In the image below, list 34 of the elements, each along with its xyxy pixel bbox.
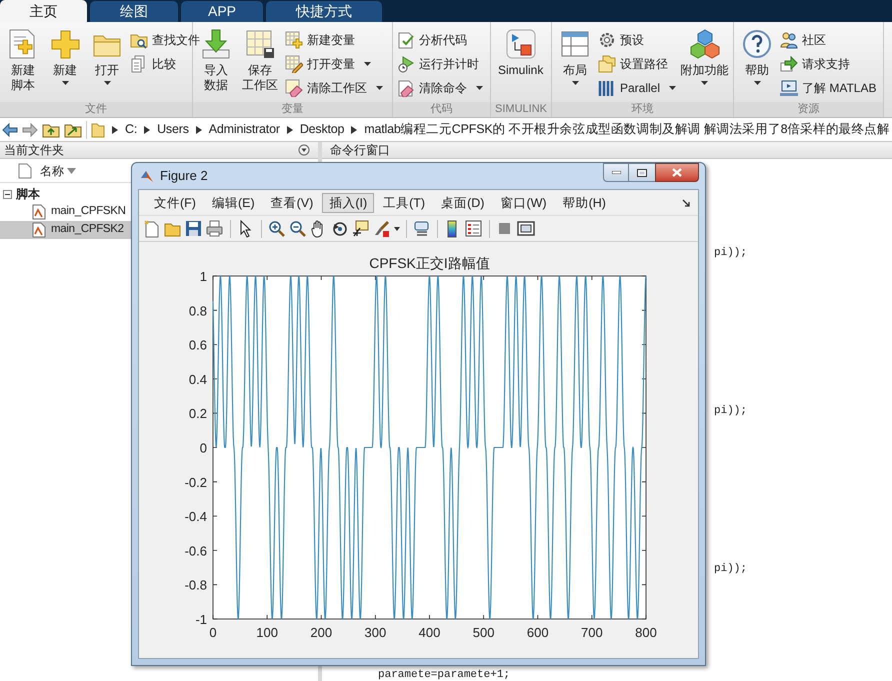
axis-tick-label: 0 <box>200 440 207 456</box>
code-line: pi)); <box>714 405 748 417</box>
axis-tick-label: 1 <box>200 269 207 284</box>
axis-tick-label: 0.2 <box>188 406 207 422</box>
panel-title: 命令行窗口 <box>330 142 390 159</box>
axis-tick-label: 0.8 <box>188 303 207 318</box>
axis-tick-label: -0.8 <box>184 578 207 593</box>
axis-tick-label: 400 <box>418 625 440 640</box>
ribbon-group-label: 资源 <box>798 102 820 118</box>
code-line: pi)); <box>714 247 748 259</box>
axis-tick-label: -0.2 <box>184 474 207 490</box>
ribbon-group-label: 环境 <box>632 102 654 118</box>
window-title: Figure 2 <box>160 167 208 186</box>
axis-tick-label: 500 <box>472 625 494 640</box>
axis-tick-label: -0.6 <box>184 543 207 558</box>
axis-tick-label: 300 <box>364 625 386 640</box>
axis-tick-label: 700 <box>581 625 603 640</box>
code-line: pi)); <box>714 563 748 575</box>
axis-tick-label: 600 <box>526 625 549 640</box>
ribbon-group-label: 文件 <box>85 102 107 118</box>
axis-tick-label: 0.6 <box>188 338 207 353</box>
axis-tick-label: -1 <box>195 612 207 627</box>
panel-title: 当前文件夹 <box>4 142 64 159</box>
ribbon-group-label: 代码 <box>430 102 452 118</box>
ribbon-group-label: 变量 <box>282 102 304 118</box>
code-line: paramete=paramete+1; <box>378 669 510 681</box>
axis-tick-label: 800 <box>635 625 657 640</box>
ribbon-group-label: SIMULINK <box>495 102 547 118</box>
axis-tick-label: 0.4 <box>188 372 207 387</box>
plot-title: CPFSK正交I路幅值 <box>369 255 490 271</box>
axis-tick-label: 200 <box>310 625 332 640</box>
axis-tick-label: -0.4 <box>184 509 207 524</box>
axis-tick-label: 0 <box>209 625 217 640</box>
axis-tick-label: 100 <box>256 625 278 640</box>
